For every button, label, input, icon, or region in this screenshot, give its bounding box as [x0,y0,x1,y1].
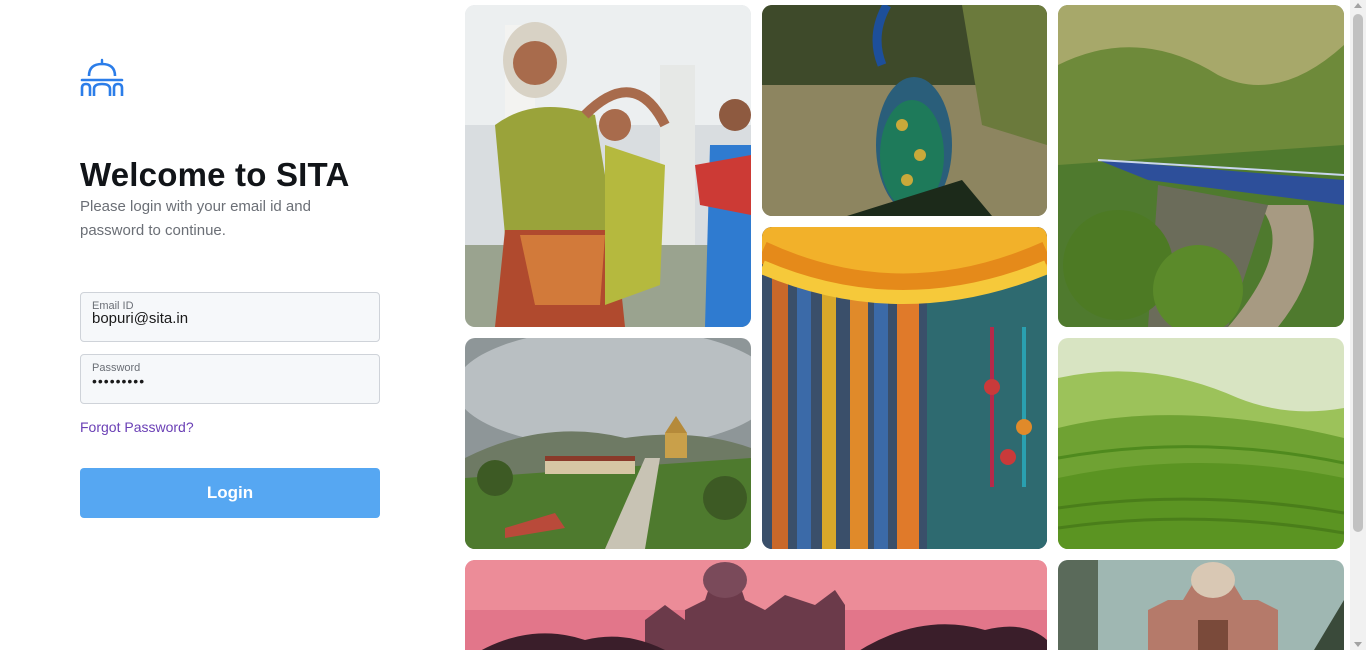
scroll-down-arrow-icon[interactable] [1354,642,1362,647]
page-title: Welcome to SITA [80,156,350,193]
login-panel: Welcome to SITA Please login with your e… [0,0,460,650]
login-subtitle: Please login with your email id and pass… [80,198,311,239]
password-field[interactable]: Password [80,354,380,404]
marigold-garland-photo [762,227,1047,549]
page-scrollbar[interactable] [1350,0,1366,650]
password-input[interactable] [92,373,362,389]
email-field[interactable]: Email ID [80,292,380,342]
dancers-photo [465,5,751,327]
peacock-photo [762,5,1047,216]
palace-dome-icon [80,58,124,98]
tomb-photo [1058,560,1344,650]
victoria-memorial-photo [465,560,1047,650]
train-hills-photo [1058,5,1344,327]
forgot-password-link[interactable]: Forgot Password? [80,419,194,435]
scroll-up-arrow-icon[interactable] [1354,3,1362,8]
tea-garden-photo [1058,338,1344,549]
monastery-photo [465,338,751,549]
login-button[interactable]: Login [80,468,380,518]
email-input[interactable] [92,310,362,327]
scroll-thumb[interactable] [1353,14,1363,532]
